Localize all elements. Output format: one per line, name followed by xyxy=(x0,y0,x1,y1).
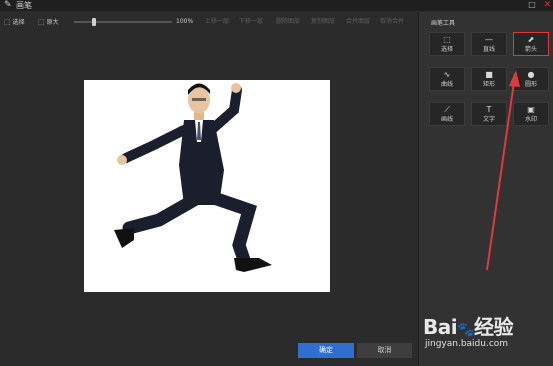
cancel-button[interactable]: 取消 xyxy=(357,343,412,358)
baidu-logo: Bai🐾经验 xyxy=(423,311,514,340)
baidu-watermark: Bai🐾经验 jingyan.baidu.com xyxy=(423,307,551,359)
watermark-url: jingyan.baidu.com xyxy=(425,339,509,349)
logo-text: Bai xyxy=(423,315,458,339)
paw-icon: 🐾 xyxy=(457,322,475,338)
ok-button[interactable]: 确定 xyxy=(298,343,354,358)
logo-cn: 经验 xyxy=(474,315,514,339)
